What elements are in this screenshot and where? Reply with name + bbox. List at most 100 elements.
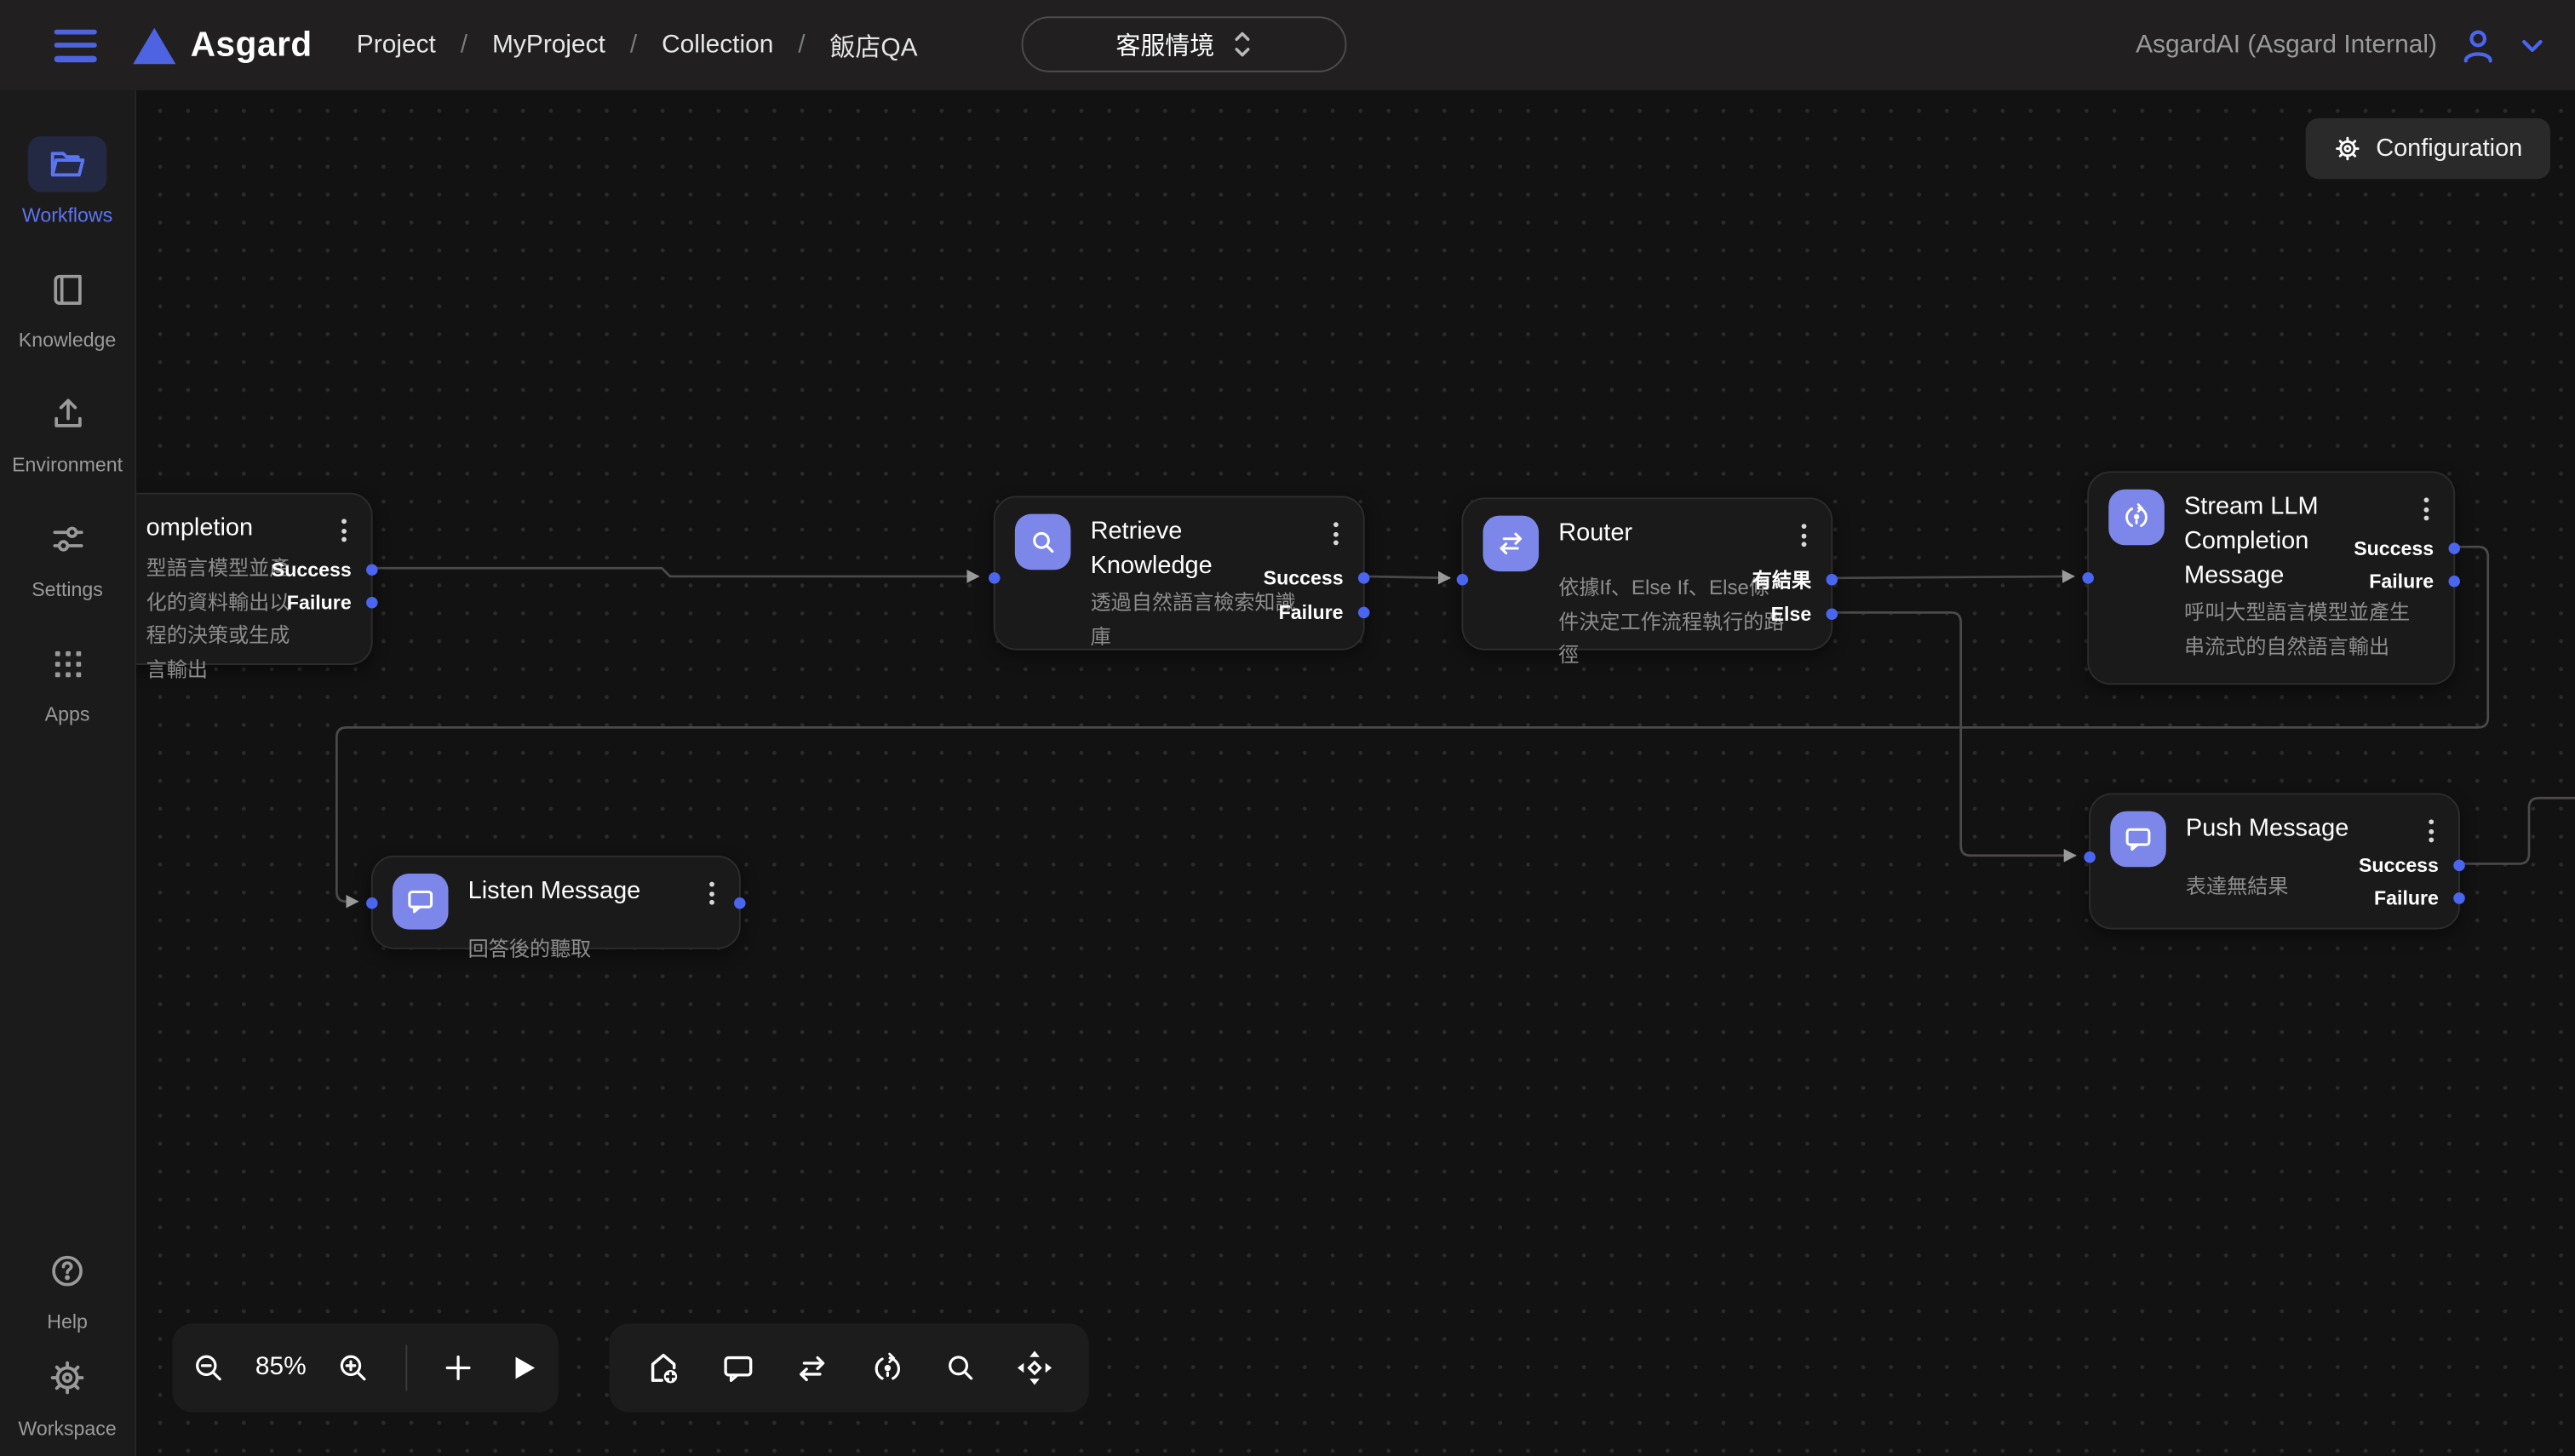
workflow-edges	[136, 90, 2575, 1456]
output-port-success[interactable]	[2448, 542, 2460, 554]
sidebar: Workflows Knowledge Environment Settings…	[0, 90, 136, 1456]
port-label-failure: Failure	[2374, 886, 2439, 909]
output-port-result[interactable]	[1827, 574, 1838, 586]
port-label-else: Else	[1771, 603, 1812, 626]
pan-move-button[interactable]	[1010, 1344, 1059, 1393]
search-button[interactable]	[938, 1344, 984, 1390]
breadcrumb-workflow[interactable]: 飯店QA	[830, 27, 918, 63]
sidebar-item-workspace[interactable]: Workspace	[0, 1350, 135, 1440]
node-description: 回答後的聽取	[468, 932, 720, 966]
top-navbar: Asgard Project / MyProject / Collection …	[0, 0, 2575, 90]
input-port[interactable]	[2084, 851, 2096, 863]
add-message-node-button[interactable]	[714, 1344, 762, 1392]
zoom-level[interactable]: 85%	[255, 1353, 307, 1383]
output-port-failure[interactable]	[2448, 576, 2460, 588]
sidebar-item-apps[interactable]: Apps	[0, 635, 135, 725]
output-port-success[interactable]	[366, 564, 378, 576]
kebab-menu-icon[interactable]	[1330, 519, 1342, 548]
sidebar-item-settings[interactable]: Settings	[0, 511, 135, 601]
help-circle-icon	[48, 1252, 87, 1291]
run-workflow-button[interactable]	[502, 1346, 544, 1389]
output-port-failure[interactable]	[2453, 892, 2465, 904]
port-label-success: Success	[1264, 566, 1344, 589]
select-updown-icon	[1230, 30, 1252, 60]
output-port-else[interactable]	[1827, 609, 1838, 621]
node-title: Router	[1558, 516, 1632, 551]
node-title: ompletion	[146, 511, 253, 546]
gear-icon	[2333, 135, 2361, 163]
breadcrumb-separator: /	[461, 31, 467, 60]
workflow-node[interactable]: Listen Message 回答後的聽取	[371, 856, 741, 949]
sidebar-item-label: Help	[47, 1310, 88, 1333]
sidebar-item-workflows[interactable]: Workflows	[0, 136, 135, 226]
chat-bubble-icon	[393, 874, 449, 930]
workflow-node[interactable]: Push Message 表達無結果 Success Failure	[2089, 793, 2460, 929]
kebab-menu-icon[interactable]	[706, 879, 718, 909]
input-port[interactable]	[366, 897, 378, 909]
kebab-menu-icon[interactable]	[2421, 494, 2433, 524]
node-toolbar	[609, 1323, 1088, 1412]
output-port-failure[interactable]	[366, 597, 378, 608]
port-label-failure: Failure	[1279, 601, 1344, 624]
workflow-node[interactable]: ompletion 型語言模型並產 化的資料輸出以 程的決策或生成 言輸出 Su…	[136, 493, 373, 665]
zoom-in-button[interactable]	[330, 1344, 376, 1390]
kebab-menu-icon[interactable]	[2425, 816, 2437, 846]
sidebar-item-label: Settings	[32, 578, 103, 601]
input-port[interactable]	[989, 572, 1001, 584]
sidebar-item-environment[interactable]: Environment	[0, 386, 135, 476]
port-label-success: Success	[2354, 537, 2434, 560]
output-port[interactable]	[734, 897, 746, 909]
brand-name: Asgard	[191, 26, 313, 65]
add-router-node-button[interactable]	[789, 1344, 836, 1392]
app-window: Asgard Project / MyProject / Collection …	[0, 0, 2575, 1456]
user-icon[interactable]	[2458, 26, 2498, 65]
breadcrumb-collection[interactable]: Collection	[662, 31, 773, 60]
add-node-button[interactable]	[436, 1346, 479, 1389]
port-label-result: 有結果	[1752, 565, 1811, 593]
output-port-success[interactable]	[1358, 572, 1370, 584]
kebab-menu-icon[interactable]	[338, 516, 350, 546]
workflow-node[interactable]: Stream LLM Completion Message 呼叫大型語言模型並產…	[2087, 471, 2455, 685]
input-port[interactable]	[2082, 572, 2094, 584]
breadcrumb-separator: /	[798, 31, 805, 60]
port-label-failure: Failure	[287, 591, 352, 614]
sidebar-item-label: Apps	[45, 702, 90, 725]
search-icon	[1015, 514, 1071, 570]
chevron-down-icon[interactable]	[2519, 32, 2545, 59]
breadcrumb-separator: /	[630, 31, 637, 60]
zoom-toolbar: 85%	[172, 1323, 558, 1412]
input-port[interactable]	[1457, 574, 1469, 586]
llm-stream-icon	[2108, 490, 2165, 546]
kebab-menu-icon[interactable]	[1798, 520, 1810, 550]
configuration-label: Configuration	[2376, 135, 2522, 163]
upload-icon	[49, 395, 86, 433]
router-swap-icon	[1482, 516, 1539, 572]
environment-select[interactable]: 客服情境	[1022, 16, 1347, 72]
folder-icon	[48, 145, 87, 184]
node-title: Stream LLM Completion Message	[2184, 490, 2381, 593]
book-icon	[49, 270, 86, 307]
output-port-success[interactable]	[2453, 860, 2465, 872]
port-label-success: Success	[272, 559, 352, 582]
node-title: Push Message	[2186, 811, 2348, 846]
port-label-failure: Failure	[2369, 570, 2434, 593]
workflow-node[interactable]: Retrieve Knowledge 透過自然語言檢索知識庫 Success F…	[994, 496, 1365, 650]
breadcrumb-project[interactable]: Project	[357, 31, 436, 60]
configuration-button[interactable]: Configuration	[2305, 118, 2550, 179]
output-port-failure[interactable]	[1358, 607, 1370, 619]
gear-icon	[48, 1358, 87, 1397]
workflow-canvas[interactable]: ompletion 型語言模型並產 化的資料輸出以 程的決策或生成 言輸出 Su…	[136, 90, 2575, 1456]
node-description: 依據If、Else If、Else條件決定工作流程執行的路徑	[1558, 571, 1785, 673]
menu-icon[interactable]	[54, 29, 97, 62]
port-label-success: Success	[2359, 854, 2439, 877]
node-title: Listen Message	[468, 874, 641, 909]
add-trigger-node-button[interactable]	[639, 1344, 688, 1393]
zoom-out-button[interactable]	[186, 1344, 232, 1390]
breadcrumb-myproject[interactable]: MyProject	[492, 31, 605, 60]
sidebar-item-help[interactable]: Help	[0, 1243, 135, 1333]
workflow-node[interactable]: Router 依據If、Else If、Else條件決定工作流程執行的路徑 有結…	[1461, 497, 1832, 650]
node-title: Retrieve Knowledge	[1091, 514, 1285, 583]
account-label: AsgardAI (Asgard Internal)	[2136, 31, 2437, 60]
sidebar-item-knowledge[interactable]: Knowledge	[0, 261, 135, 352]
add-llm-node-button[interactable]	[863, 1344, 911, 1392]
